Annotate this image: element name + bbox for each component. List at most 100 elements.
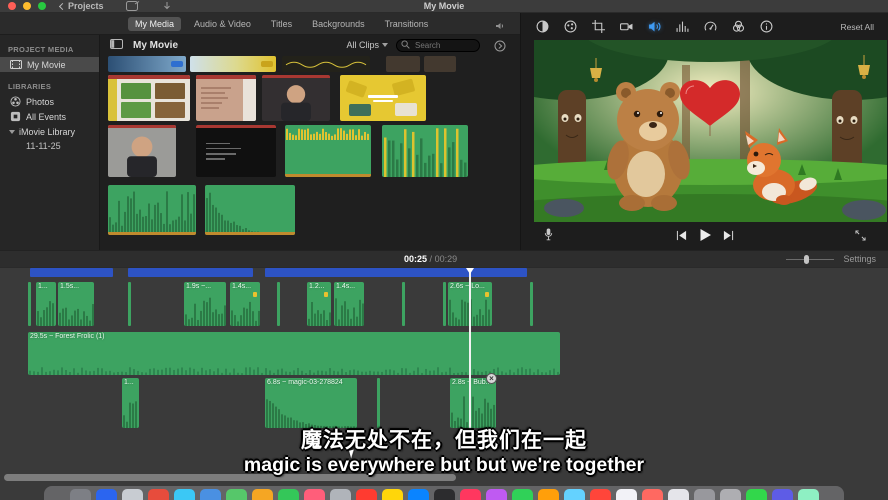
media-thumbnail-strip-blue[interactable]: [108, 56, 186, 72]
crop-icon[interactable]: [591, 20, 605, 34]
dock-app-icon[interactable]: [486, 489, 507, 500]
noise-reduction-icon[interactable]: [675, 20, 689, 34]
sound-effect-clip[interactable]: 2.8s ~ Bub...: [450, 378, 496, 428]
title-bar-segment[interactable]: [265, 268, 527, 277]
clip-sliver[interactable]: [277, 282, 280, 326]
effects-icon[interactable]: [731, 20, 745, 34]
media-thumbnail-webcam2[interactable]: [108, 125, 176, 177]
dock-app-icon[interactable]: [200, 489, 221, 500]
play-button[interactable]: [698, 228, 712, 247]
dock-app-icon[interactable]: [382, 489, 403, 500]
dock-app-icon[interactable]: [278, 489, 299, 500]
audio-clip[interactable]: 1.4s...: [230, 282, 260, 326]
search-box[interactable]: [396, 39, 480, 52]
timeline-settings-button[interactable]: Settings: [843, 254, 876, 264]
dock-app-icon[interactable]: [694, 489, 715, 500]
tab-titles[interactable]: Titles: [264, 17, 299, 31]
video-viewer[interactable]: [534, 40, 887, 222]
sidebar-item-photos[interactable]: Photos: [0, 94, 99, 109]
tab-audio-video[interactable]: Audio & Video: [187, 17, 258, 31]
sidebar-item-event-date[interactable]: 11-11-25: [0, 139, 99, 153]
projects-back-button[interactable]: Projects: [60, 1, 104, 11]
media-thumbnail-webcam[interactable]: [262, 75, 330, 121]
media-thumbnail-green-spikes[interactable]: [382, 125, 468, 177]
dock-app-icon[interactable]: [434, 489, 455, 500]
clip-sliver[interactable]: [28, 282, 31, 326]
zoom-slider-knob[interactable]: [804, 255, 809, 264]
audio-clip[interactable]: 1...: [36, 282, 56, 326]
download-icon[interactable]: [162, 1, 172, 11]
dock-app-icon[interactable]: [174, 489, 195, 500]
dock-app-icon[interactable]: [564, 489, 585, 500]
dock-app-icon[interactable]: [148, 489, 169, 500]
reset-all-button[interactable]: Reset All: [840, 22, 874, 32]
media-thumbnail-strip-photo[interactable]: [386, 56, 420, 72]
color-balance-icon[interactable]: [535, 20, 549, 34]
media-thumbnail-strip-wave[interactable]: [282, 56, 370, 72]
audio-clip[interactable]: 1.5s...: [58, 282, 94, 326]
media-thumbnail-strip-photo[interactable]: [424, 56, 456, 72]
dock-app-icon[interactable]: [720, 489, 741, 500]
info-icon[interactable]: [759, 20, 773, 34]
dock-app-icon[interactable]: [356, 489, 377, 500]
audio-meter-icon[interactable]: [495, 18, 506, 36]
clip-sliver[interactable]: [530, 282, 533, 326]
sidebar-toggle-icon[interactable]: [110, 36, 123, 54]
dock-app-icon[interactable]: [616, 489, 637, 500]
next-frame-button[interactable]: [722, 228, 735, 246]
sidebar-item-my-movie[interactable]: My Movie: [0, 57, 99, 72]
dock-app-icon[interactable]: [642, 489, 663, 500]
previous-frame-button[interactable]: [675, 228, 688, 246]
dock-app-icon[interactable]: [330, 489, 351, 500]
dock-app-icon[interactable]: [304, 489, 325, 500]
sidebar-item-imovie-library[interactable]: iMovie Library: [0, 124, 99, 139]
media-thumbnail-wave-bars[interactable]: [108, 185, 196, 235]
dock-app-icon[interactable]: [408, 489, 429, 500]
media-thumbnail-notes[interactable]: [196, 75, 256, 121]
dock-app-icon[interactable]: [668, 489, 689, 500]
clip-sliver[interactable]: [377, 378, 380, 428]
dock-app-icon[interactable]: [746, 489, 767, 500]
stabilization-icon[interactable]: [619, 20, 633, 34]
color-correction-icon[interactable]: [563, 20, 577, 34]
music-clip[interactable]: 29.5s ~ Forest Frolic (1): [28, 332, 560, 375]
tab-my-media[interactable]: My Media: [128, 17, 181, 31]
clip-sliver[interactable]: [402, 282, 405, 326]
dock-app-icon[interactable]: [538, 489, 559, 500]
dock-app-icon[interactable]: [512, 489, 533, 500]
minimize-button[interactable]: [23, 2, 31, 10]
volume-icon[interactable]: [647, 20, 661, 34]
media-thumbnail-green-top-wave[interactable]: [285, 125, 371, 177]
media-thumbnail-promo[interactable]: [340, 75, 426, 121]
sound-effect-clip[interactable]: 1...: [122, 378, 139, 428]
dock-app-icon[interactable]: [226, 489, 247, 500]
timeline-zoom-slider[interactable]: [786, 253, 834, 265]
title-bar-segment[interactable]: [30, 268, 113, 277]
sound-effect-clip[interactable]: 6.8s ~ magic-03-278824: [265, 378, 357, 428]
dock-app-icon[interactable]: [590, 489, 611, 500]
title-bar-segment[interactable]: [128, 268, 253, 277]
tab-backgrounds[interactable]: Backgrounds: [305, 17, 372, 31]
dock-app-icon[interactable]: [460, 489, 481, 500]
zoom-button[interactable]: [38, 2, 46, 10]
audio-clip[interactable]: 1.4s...: [334, 282, 364, 326]
playhead-handle[interactable]: [466, 268, 474, 274]
close-button[interactable]: [8, 2, 16, 10]
dock-app-icon[interactable]: [70, 489, 91, 500]
media-thumbnail-terminal[interactable]: [196, 125, 276, 177]
advanced-arrow-icon[interactable]: [494, 39, 506, 57]
dock-app-icon[interactable]: [96, 489, 117, 500]
clips-filter-dropdown[interactable]: All Clips: [346, 40, 388, 50]
dock-app-icon[interactable]: [772, 489, 793, 500]
tab-transitions[interactable]: Transitions: [378, 17, 436, 31]
microphone-icon[interactable]: [543, 228, 554, 246]
audio-clip[interactable]: 1.9s ~...: [184, 282, 226, 326]
media-thumbnail-wave-decay[interactable]: [205, 185, 295, 235]
sidebar-item-all-events[interactable]: All Events: [0, 109, 99, 124]
clip-sliver[interactable]: [443, 282, 446, 326]
audio-clip[interactable]: 1.2...: [307, 282, 331, 326]
clip-sliver[interactable]: [128, 282, 131, 326]
fullscreen-icon[interactable]: [855, 228, 866, 246]
dock-app-icon[interactable]: [122, 489, 143, 500]
speed-icon[interactable]: [703, 20, 717, 34]
